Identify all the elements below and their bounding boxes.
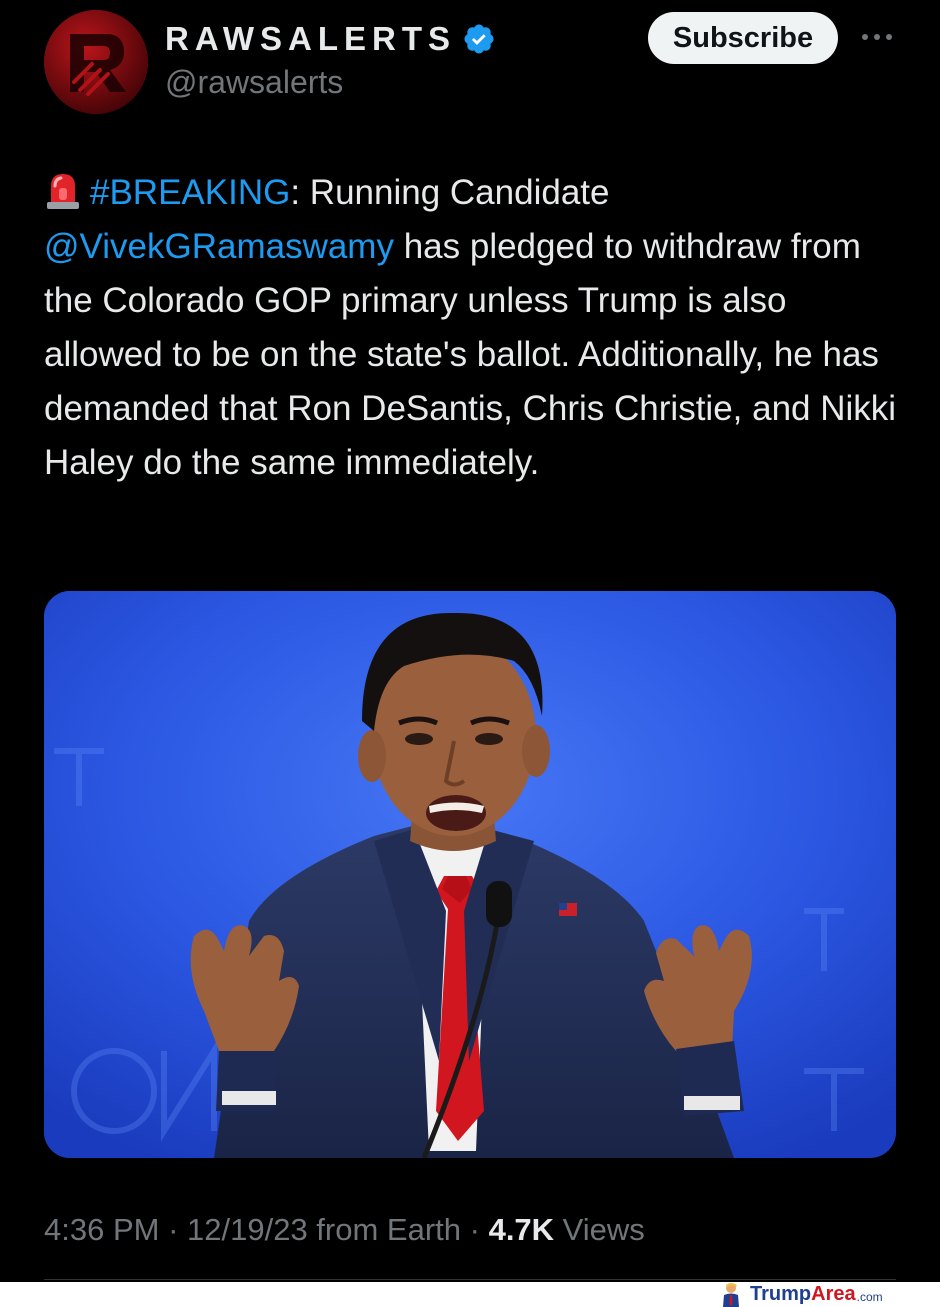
tweet-photo[interactable]: [44, 591, 896, 1158]
breaking-hashtag-link[interactable]: #BREAKING: [90, 173, 290, 212]
account-handle[interactable]: @rawsalerts: [165, 64, 343, 101]
meta-separator: ·: [159, 1212, 188, 1247]
divider: [44, 1279, 896, 1280]
views-count: 4.7K: [488, 1212, 555, 1247]
rawsalerts-logo-icon: [44, 10, 148, 114]
watermark-bar: Trump Area .com: [0, 1282, 940, 1307]
watermark-com: .com: [856, 1290, 883, 1304]
tweet-text: #BREAKING: Running Candidate @VivekGRama…: [44, 166, 904, 490]
debate-speaker-image: [44, 591, 896, 1158]
more-horizontal-icon: [862, 34, 892, 40]
police-siren-icon: [47, 174, 79, 209]
account-avatar[interactable]: [44, 10, 148, 114]
mention-link[interactable]: @VivekGRamaswamy: [44, 227, 394, 266]
display-name-text: RAWSALERTS: [165, 20, 456, 57]
tweet-text-intro: : Running Candidate: [290, 173, 610, 212]
watermark-area: Area: [811, 1283, 856, 1305]
views-label: Views: [554, 1212, 645, 1247]
trump-figure-icon: [723, 1283, 739, 1307]
meta-separator: ·: [461, 1212, 489, 1247]
account-display-name[interactable]: RAWSALERTS: [165, 20, 496, 58]
verified-badge-icon: [464, 24, 494, 54]
tweet-meta: 4:36 PM · 12/19/23 from Earth · 4.7K Vie…: [44, 1212, 645, 1248]
subscribe-button[interactable]: Subscribe: [648, 12, 838, 64]
tweet-date-source[interactable]: 12/19/23 from Earth: [187, 1212, 461, 1247]
more-options-button[interactable]: [860, 22, 894, 52]
trumparea-watermark: Trump Area .com: [718, 1282, 883, 1307]
tweet-time[interactable]: 4:36 PM: [44, 1212, 159, 1247]
watermark-trump: Trump: [750, 1283, 812, 1305]
